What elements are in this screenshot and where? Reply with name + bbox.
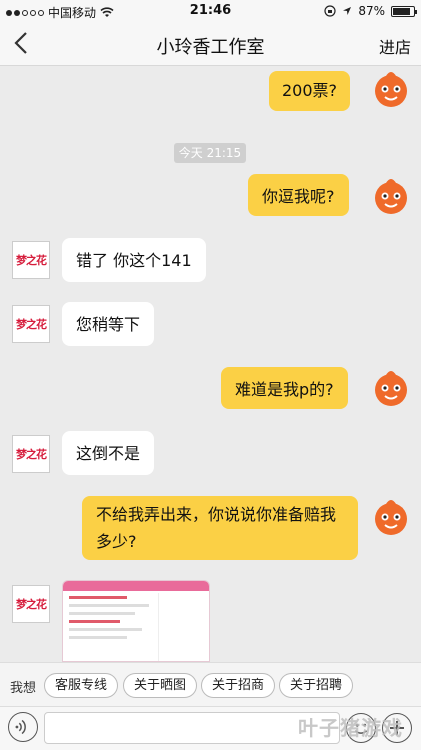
shop-avatar[interactable]: 梦之花 <box>12 241 50 279</box>
my-avatar[interactable] <box>372 369 410 407</box>
shop-logo: 梦之花 <box>16 598 47 611</box>
status-bar: 中国移动 21:46 87% <box>0 0 421 22</box>
location-arrow-icon <box>343 7 352 15</box>
watermark: 叶子猪游戏 <box>298 716 403 740</box>
their-message: 这倒不是 <box>62 431 155 475</box>
message-text-line-1: 不给我弄出来，你说说你准备赔我 <box>96 505 337 524</box>
thumbnail-row <box>69 628 142 631</box>
chat-area[interactable]: 200票? 今天 21:15 你逗我呢? 梦之花 错了 你这个141 梦之花 您… <box>0 66 421 662</box>
navigation-bar: 小玲香工作室 进店 <box>0 22 421 66</box>
thumbnail-row <box>69 612 135 615</box>
shop-logo: 梦之花 <box>16 318 47 331</box>
my-message: 200票? <box>269 71 351 111</box>
my-avatar[interactable] <box>372 70 410 108</box>
quick-reply-chip[interactable]: 关于晒图 <box>123 673 198 698</box>
their-message: 错了 你这个141 <box>62 238 206 282</box>
thumbnail-row <box>69 620 121 623</box>
my-message: 你逗我呢? <box>248 174 349 216</box>
battery-icon <box>391 5 417 17</box>
shop-logo: 梦之花 <box>16 254 47 267</box>
message-text: 难道是我p的? <box>235 380 334 399</box>
thumbnail-row <box>69 636 128 639</box>
message-text: 错了 你这个141 <box>76 251 192 270</box>
my-message: 不给我弄出来，你说说你准备赔我 多少? <box>82 496 358 560</box>
message-input[interactable] <box>44 712 340 744</box>
shop-avatar[interactable]: 梦之花 <box>12 305 50 343</box>
their-message: 您稍等下 <box>62 302 155 346</box>
chat-timestamp: 今天 21:15 <box>174 143 246 163</box>
quick-reply-chip[interactable]: 客服专线 <box>44 673 119 698</box>
message-text: 你逗我呢? <box>262 187 335 206</box>
thumbnail-divider <box>158 593 159 661</box>
message-text: 这倒不是 <box>76 444 141 463</box>
chat-title: 小玲香工作室 <box>156 37 265 58</box>
orientation-lock-icon <box>324 5 336 17</box>
message-text: 200票? <box>282 81 338 100</box>
quick-reply-bar: 我想 客服专线 关于晒图 关于招商 关于招聘 <box>0 662 421 706</box>
battery-fill <box>393 7 410 15</box>
shop-logo: 梦之花 <box>16 448 47 461</box>
voice-input-icon[interactable] <box>8 712 38 742</box>
status-right: 87% <box>324 4 417 18</box>
thumbnail-titlebar <box>63 581 209 591</box>
quick-reply-chip[interactable]: 关于招商 <box>201 673 276 698</box>
thumbnail-row <box>69 604 150 607</box>
my-message: 难道是我p的? <box>221 367 348 409</box>
quick-reply-label: 我想 <box>10 681 37 696</box>
my-avatar[interactable] <box>372 498 410 536</box>
my-avatar[interactable] <box>372 177 410 215</box>
message-text: 您稍等下 <box>76 315 141 334</box>
message-text-line-2: 多少? <box>96 532 137 551</box>
quick-reply-chip[interactable]: 关于招聘 <box>279 673 354 698</box>
shop-avatar[interactable]: 梦之花 <box>12 435 50 473</box>
shop-avatar[interactable]: 梦之花 <box>12 585 50 623</box>
battery-percent: 87% <box>358 4 385 18</box>
enter-store-button[interactable]: 进店 <box>379 34 411 58</box>
thumbnail-row <box>69 596 128 599</box>
image-message-thumbnail[interactable] <box>62 580 210 662</box>
